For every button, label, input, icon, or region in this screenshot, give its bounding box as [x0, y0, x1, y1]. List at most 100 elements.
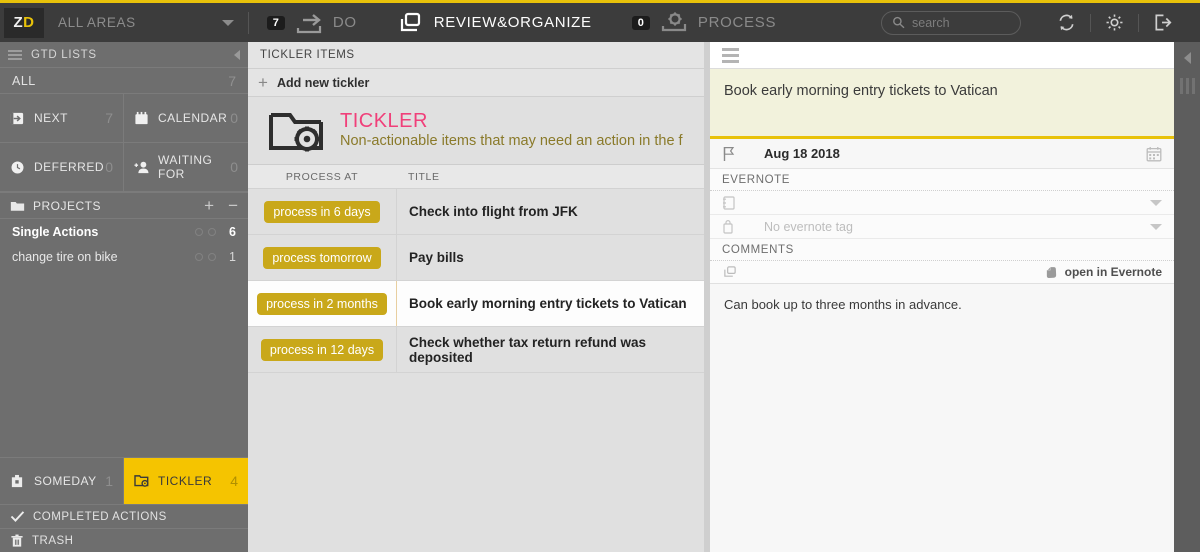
hamburger-icon[interactable] — [8, 49, 22, 60]
top-navigation-bar: ZD ALL AREAS 7 DO REVIEW&ORGANIZE 0 PROC… — [0, 0, 1200, 42]
collapse-detail-icon[interactable] — [1183, 52, 1191, 64]
open-in-evernote-label: open in Evernote — [1064, 265, 1162, 279]
evernote-section-label: EVERNOTE — [710, 169, 1174, 191]
sidebar-item-label: CALENDAR — [158, 111, 228, 125]
process-at-badge: process in 12 days — [260, 338, 384, 361]
comment-copy-icon[interactable] — [722, 265, 738, 279]
tickler-list-panel: TICKLER ITEMS + Add new tickler TICKLER … — [248, 42, 710, 552]
app-window: ZD ALL AREAS 7 DO REVIEW&ORGANIZE 0 PROC… — [0, 0, 1200, 552]
search-area: search — [881, 10, 1021, 35]
nav-item-do[interactable]: 7 DO — [266, 12, 357, 34]
sidebar-projects-label: PROJECTS — [33, 198, 102, 213]
sidebar-item-completed-actions[interactable]: COMPLETED ACTIONS — [0, 504, 248, 528]
sidebar-project-single-actions[interactable]: Single Actions 6 — [0, 219, 248, 244]
sidebar-item-count: 7 — [228, 72, 236, 89]
top-action-icons — [1043, 13, 1186, 32]
chevron-down-icon[interactable] — [1150, 223, 1162, 230]
collapse-sidebar-icon[interactable] — [234, 49, 240, 60]
sidebar-header: GTD LISTS — [0, 42, 248, 68]
sidebar-item-count: 0 — [230, 159, 238, 175]
project-status-dots — [195, 252, 216, 261]
banner-text: TICKLER Non-actionable items that may ne… — [340, 110, 683, 150]
nav-label-do: DO — [332, 14, 357, 31]
detail-title-field[interactable]: Book early morning entry tickets to Vati… — [710, 69, 1174, 139]
list-panel-title: TICKLER ITEMS — [260, 49, 355, 61]
detail-header — [710, 42, 1174, 69]
search-input[interactable]: search — [881, 10, 1021, 35]
project-name: change tire on bike — [12, 249, 118, 264]
detail-panel: Book early morning entry tickets to Vati… — [710, 42, 1174, 552]
chevron-down-icon[interactable] — [221, 19, 234, 26]
sidebar-item-next[interactable]: NEXT 7 — [0, 94, 124, 143]
add-project-button[interactable]: + — [204, 197, 214, 214]
sidebar-item-label: TRASH — [32, 534, 74, 547]
table-row[interactable]: process tomorrow Pay bills — [248, 235, 710, 281]
add-new-tickler-label: Add new tickler — [276, 75, 370, 90]
gear-icon — [659, 11, 689, 35]
logout-icon[interactable] — [1139, 13, 1186, 32]
add-new-tickler-button[interactable]: + Add new tickler — [248, 69, 710, 97]
sidebar-item-count: 1 — [105, 473, 113, 489]
process-at-badge: process in 2 months — [257, 292, 387, 315]
tickler-banner: TICKLER Non-actionable items that may ne… — [248, 97, 710, 165]
sidebar-item-tickler[interactable]: TICKLER 4 — [124, 458, 248, 504]
open-in-evernote-link[interactable]: open in Evernote — [1045, 265, 1162, 279]
banner-description: Non-actionable items that may need an ac… — [340, 133, 683, 150]
row-title: Check whether tax return refund was depo… — [409, 334, 647, 365]
process-at-cell: process tomorrow — [248, 246, 396, 269]
folder-icon — [10, 200, 25, 212]
sidebar-projects-header: PROJECTS + − — [0, 193, 248, 219]
table-row[interactable]: process in 12 days Check whether tax ret… — [248, 327, 710, 373]
comments-section-label: COMMENTS — [710, 239, 1174, 261]
resize-handle-icon[interactable] — [1179, 78, 1195, 94]
projects-actions: + − — [204, 197, 238, 214]
column-header-process-at: PROCESS AT — [285, 170, 359, 183]
sidebar-item-trash[interactable]: TRASH — [0, 528, 248, 552]
settings-icon[interactable] — [1091, 13, 1138, 32]
clock-icon — [10, 160, 26, 175]
calendar-icon — [134, 111, 150, 126]
sidebar-item-someday[interactable]: SOMEDAY 1 — [0, 458, 124, 504]
process-at-cell: process in 6 days — [248, 200, 396, 223]
nav-item-review-organize[interactable]: REVIEW&ORGANIZE — [397, 11, 592, 35]
person-add-icon — [134, 160, 150, 175]
evernote-tag-field[interactable]: No evernote tag — [710, 215, 1174, 239]
sidebar-project-change-tire-on-bike[interactable]: change tire on bike 1 — [0, 244, 248, 269]
sidebar-item-calendar[interactable]: CALENDAR 0 — [124, 94, 248, 143]
comment-body[interactable]: Can book up to three months in advance. — [710, 284, 1174, 552]
column-header-title: TITLE — [408, 170, 440, 183]
nav-label-process: PROCESS — [697, 14, 777, 31]
process-at-cell: process in 12 days — [248, 338, 396, 361]
calendar-picker-icon[interactable] — [1146, 146, 1162, 162]
evernote-notebook-field[interactable] — [710, 191, 1174, 215]
sidebar-item-label: SOMEDAY — [34, 474, 97, 488]
sidebar-item-waiting-for[interactable]: WAITING FOR 0 — [124, 143, 248, 192]
banner-title: TICKLER — [340, 110, 428, 133]
remove-project-button[interactable]: − — [228, 197, 238, 214]
area-selector-label[interactable]: ALL AREAS — [58, 15, 136, 30]
detail-date-row[interactable]: Aug 18 2018 — [710, 139, 1174, 169]
process-at-cell: process in 2 months — [248, 292, 396, 315]
evernote-tag-value: No evernote tag — [764, 219, 853, 234]
nav-label-review-organize: REVIEW&ORGANIZE — [433, 14, 592, 31]
sidebar-item-all[interactable]: ALL 7 — [0, 68, 248, 94]
sync-icon[interactable] — [1043, 13, 1090, 32]
table-row[interactable]: process in 6 days Check into flight from… — [248, 189, 710, 235]
list-panel-header: TICKLER ITEMS — [248, 42, 710, 69]
nav-item-process[interactable]: 0 PROCESS — [631, 11, 777, 35]
project-name: Single Actions — [12, 224, 99, 239]
comment-text: Can book up to three months in advance. — [724, 297, 962, 312]
folder-gear-icon — [266, 106, 326, 156]
sidebar-item-count: 4 — [230, 473, 238, 489]
detail-menu-icon[interactable] — [722, 47, 739, 63]
notebook-icon — [722, 195, 750, 210]
list-scrollbar[interactable] — [704, 42, 710, 552]
sidebar-item-deferred[interactable]: DEFERRED 0 — [0, 143, 124, 192]
sidebar-item-label: ALL — [12, 73, 36, 88]
app-logo[interactable]: ZD — [4, 7, 44, 38]
chevron-down-icon[interactable] — [1150, 199, 1162, 206]
evernote-icon — [1045, 266, 1058, 279]
table-row-selected[interactable]: process in 2 months Book early morning e… — [248, 281, 710, 327]
sidebar-item-label: COMPLETED ACTIONS — [33, 510, 167, 523]
